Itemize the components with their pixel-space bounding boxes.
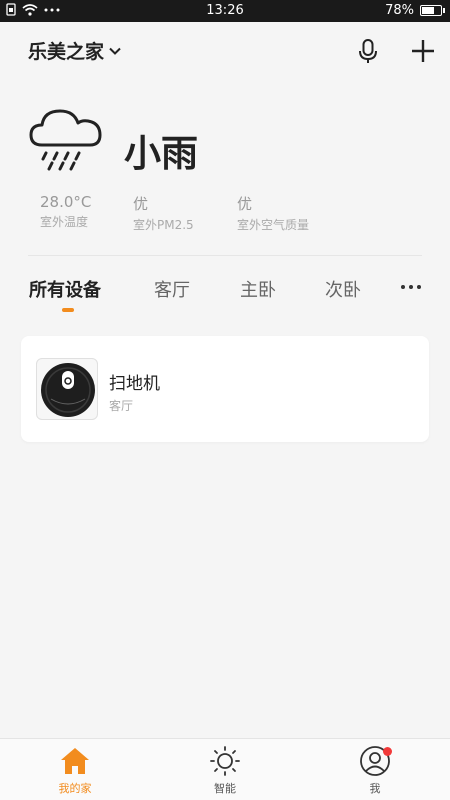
- status-icons-right: 78%: [385, 3, 445, 18]
- status-bar: 13:26 78%: [0, 0, 450, 22]
- battery-percent: 78%: [385, 3, 414, 18]
- nav-me[interactable]: 我: [330, 745, 420, 796]
- tab-master-bedroom[interactable]: 主卧: [240, 276, 276, 302]
- header: 乐美之家: [0, 22, 450, 82]
- more-icon[interactable]: [401, 278, 429, 296]
- nav-smart[interactable]: 智能: [180, 745, 270, 796]
- chevron-down-icon: [109, 47, 121, 55]
- tab-all-devices[interactable]: 所有设备: [29, 276, 101, 302]
- stat-label: 室外温度: [40, 215, 89, 229]
- tab-living-room[interactable]: 客厅: [154, 276, 190, 302]
- sun-icon: [210, 746, 240, 776]
- notification-badge: [383, 747, 392, 756]
- stat-label: 室外PM2.5: [133, 218, 194, 232]
- stat-value: 优: [237, 195, 253, 213]
- battery-icon: [420, 5, 445, 16]
- stat-label: 室外空气质量: [237, 218, 310, 232]
- battery-fill: [422, 7, 435, 14]
- stat-value: 优: [133, 195, 149, 213]
- status-time: 13:26: [206, 3, 244, 18]
- home-selector[interactable]: 乐美之家: [28, 37, 122, 64]
- nav-label: 智能: [214, 782, 236, 795]
- bottom-nav: 我的家 智能 我: [0, 738, 450, 800]
- home-icon: [61, 748, 89, 774]
- device-room: 客厅: [109, 399, 134, 413]
- stat-value: 28.0°C: [40, 193, 92, 211]
- device-card[interactable]: 扫地机 客厅: [21, 336, 429, 442]
- microphone-icon[interactable]: [356, 38, 380, 64]
- home-name: 乐美之家: [28, 41, 105, 63]
- weather-condition: 小雨: [124, 132, 198, 175]
- tab-active-indicator: [62, 308, 74, 312]
- rain-cloud-icon: [29, 109, 102, 171]
- nav-label: 我的家: [58, 782, 92, 795]
- nav-my-home[interactable]: 我的家: [30, 745, 120, 796]
- stat-pm25: 优 室外PM2.5: [133, 193, 194, 233]
- stat-air-quality: 优 室外空气质量: [237, 193, 309, 233]
- divider: [28, 255, 422, 256]
- room-tabs: 所有设备 客厅 主卧 次卧: [0, 272, 450, 316]
- stat-temperature: 28.0°C 室外温度: [40, 193, 91, 230]
- nav-label: 我: [369, 782, 381, 795]
- tab-second-bedroom[interactable]: 次卧: [325, 276, 361, 302]
- robot-vacuum-icon: [36, 358, 98, 420]
- plus-icon[interactable]: [410, 38, 436, 64]
- device-name: 扫地机: [109, 374, 160, 394]
